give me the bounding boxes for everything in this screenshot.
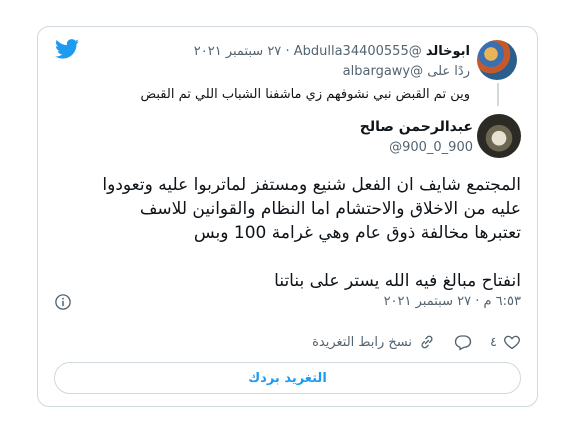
reply-author-name[interactable]: ابوخالد xyxy=(426,44,470,59)
read-replies-button[interactable]: التغريد بردك xyxy=(54,362,521,394)
copy-link-action[interactable]: نسخ رابط التغريدة xyxy=(312,333,436,351)
reply-separator: · xyxy=(285,44,290,59)
main-author-handle[interactable]: @900_0_900 xyxy=(389,140,473,155)
reply-author-handle[interactable]: @Abdulla34400555 xyxy=(294,44,422,59)
twitter-logo-icon[interactable] xyxy=(55,39,79,59)
tweet-text-line: تعتبرها مخالفة ذوق عام وهي غرامة 100 وبس xyxy=(193,223,521,243)
reply-icon xyxy=(454,335,472,351)
tweet-timestamp[interactable]: ٦:٥٣ م · ٢٧ سبتمبر ٢٠٢١ xyxy=(384,294,521,309)
info-icon[interactable] xyxy=(54,293,72,311)
reply-author-avatar[interactable] xyxy=(477,40,517,80)
reply-date[interactable]: ٢٧ سبتمبر ٢٠٢١ xyxy=(194,44,282,59)
like-action[interactable]: ٤ xyxy=(490,333,521,351)
replying-to: ردًا على @albargawy xyxy=(343,64,470,79)
reply-tweet-header: ابوخالد @Abdulla34400555 · ٢٧ سبتمبر ٢٠٢… xyxy=(194,43,470,61)
heart-icon xyxy=(504,335,520,350)
main-author-avatar[interactable] xyxy=(477,114,521,158)
copy-link-label: نسخ رابط التغريدة xyxy=(312,334,413,350)
tweet-text-line: انفتاح مبالغ فيه الله يستر على بناتنا xyxy=(274,271,521,291)
replying-to-handle[interactable]: @albargawy xyxy=(343,64,423,79)
main-tweet-text: المجتمع شايف ان الفعل شنيع ومستفز لماترب… xyxy=(51,173,521,293)
reply-action[interactable] xyxy=(454,333,472,351)
like-count: ٤ xyxy=(490,334,497,350)
reply-tweet-text: وين تم القبض نبي نشوفهم زي ماشفنا الشباب… xyxy=(140,87,470,102)
tweet-actions: ٤ نسخ رابط التغريدة xyxy=(312,333,521,351)
tweet-text-line: عليه من الاخلاق والاحتشام اما النظام وال… xyxy=(139,199,521,219)
tweet-text-line: المجتمع شايف ان الفعل شنيع ومستفز لماترب… xyxy=(102,175,521,195)
thread-connector-line xyxy=(497,83,499,106)
link-icon xyxy=(421,335,433,349)
embedded-tweet-card: ابوخالد @Abdulla34400555 · ٢٧ سبتمبر ٢٠٢… xyxy=(37,26,538,407)
main-author-name[interactable]: عبدالرحمن صالح xyxy=(360,119,473,135)
replying-to-prefix: ردًا على xyxy=(427,64,470,79)
